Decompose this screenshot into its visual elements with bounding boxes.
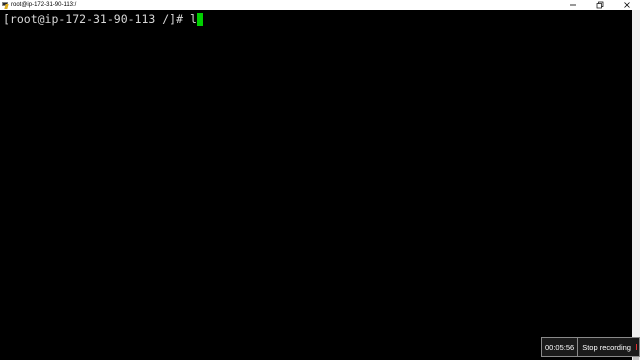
recording-widget: 00:05:56 Stop recording <box>541 337 640 357</box>
minimize-button[interactable] <box>559 0 586 10</box>
text-cursor <box>196 12 203 26</box>
terminal-area[interactable]: [root@ip-172-31-90-113 /]# l <box>0 10 632 360</box>
minimize-icon <box>569 4 576 6</box>
close-button[interactable] <box>613 0 640 10</box>
command-line: [root@ip-172-31-90-113 /]# l <box>3 12 203 26</box>
title-bar[interactable]: root@ip-172-31-90-113:/ <box>0 0 640 10</box>
recording-timer: 00:05:56 <box>542 338 579 356</box>
putty-icon[interactable] <box>2 1 9 9</box>
stop-recording-button[interactable]: Stop recording <box>578 338 634 356</box>
vertical-scrollbar[interactable] <box>632 10 640 360</box>
shell-prompt: [root@ip-172-31-90-113 /]# <box>3 12 190 26</box>
window-controls <box>559 0 640 10</box>
close-icon <box>623 2 630 8</box>
typed-text: l <box>189 12 197 26</box>
stop-square-icon[interactable] <box>635 344 637 350</box>
terminal-window: root@ip-172-31-90-113:/ [root@ip-172-31-… <box>0 0 640 360</box>
restore-icon <box>596 1 603 9</box>
restore-button[interactable] <box>586 0 613 10</box>
window-title: root@ip-172-31-90-113:/ <box>11 2 77 8</box>
stop-recording-label: Stop recording <box>582 342 631 352</box>
